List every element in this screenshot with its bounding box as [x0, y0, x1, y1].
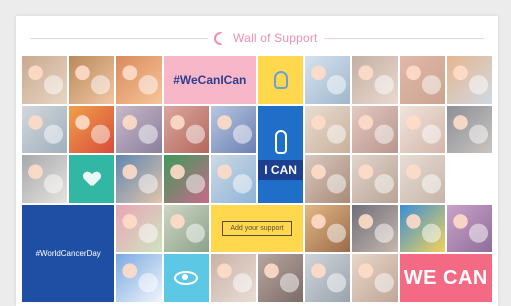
photo-tile[interactable] [69, 56, 115, 104]
photo-tile[interactable] [446, 56, 492, 104]
photo-tile[interactable] [399, 56, 445, 104]
lightbulb-icon [273, 70, 288, 89]
eye-icon [174, 271, 199, 286]
photo-tile[interactable] [352, 56, 398, 104]
page-title: Wall of Support [233, 31, 318, 45]
photo-tile[interactable] [446, 204, 492, 253]
photo-tile[interactable] [305, 254, 351, 302]
photo-tile[interactable] [210, 105, 256, 154]
photo-tile[interactable] [352, 155, 398, 203]
heart-tile [69, 155, 115, 203]
photo-tile[interactable] [116, 254, 162, 302]
hashtag-text: #WeCanICan [173, 72, 247, 87]
title-wrap: Wall of Support [214, 28, 318, 48]
raised-hand-icon [270, 128, 292, 156]
eye-tile [163, 254, 209, 302]
photo-tile[interactable] [116, 105, 162, 154]
world-cancer-day-hashtag: #WorldCancerDay [35, 248, 101, 258]
photo-tile[interactable] [352, 254, 398, 302]
photo-tile[interactable] [116, 155, 162, 203]
photo-tile[interactable] [305, 56, 351, 104]
world-cancer-day-tile: #WorldCancerDay [22, 204, 115, 302]
photo-tile[interactable] [163, 105, 209, 154]
photo-tile[interactable] [22, 105, 68, 154]
header-divider-right [324, 38, 484, 39]
photo-tile[interactable] [399, 204, 445, 253]
photo-tile[interactable] [305, 155, 351, 203]
wall-header: Wall of Support [16, 16, 498, 56]
header-divider-left [30, 38, 208, 39]
support-wall-grid: #WeCanICan I CAN #WorldCancerDay Add you… [22, 56, 492, 302]
photo-tile[interactable] [258, 254, 304, 302]
wall-card: Wall of Support #WeCanICan I CAN #WorldC… [16, 16, 498, 306]
photo-tile[interactable] [22, 56, 68, 104]
photo-tile[interactable] [305, 204, 351, 253]
lightbulb-tile [258, 56, 304, 104]
hashtag-tile: #WeCanICan [163, 56, 256, 104]
we-can-tile: WE CAN [399, 254, 492, 302]
photo-tile[interactable] [116, 204, 162, 253]
photo-tile[interactable] [305, 105, 351, 154]
photo-tile[interactable] [163, 155, 209, 203]
we-can-label: WE CAN [403, 266, 488, 289]
photo-tile[interactable] [69, 105, 115, 154]
photo-tile[interactable] [163, 204, 209, 253]
photo-tile[interactable] [210, 155, 256, 203]
photo-tile[interactable] [352, 105, 398, 154]
photo-tile[interactable] [399, 155, 445, 203]
i-can-label: I CAN [258, 160, 303, 181]
photo-tile[interactable] [210, 254, 256, 302]
crescent-icon [214, 31, 229, 45]
i-can-tile: I CAN [258, 105, 304, 203]
photo-tile[interactable] [116, 56, 162, 104]
photo-tile[interactable] [399, 105, 445, 154]
photo-tile[interactable] [22, 155, 68, 203]
heart-icon [84, 172, 100, 186]
add-support-tile: Add your support [210, 204, 304, 253]
photo-tile[interactable] [446, 105, 492, 154]
add-support-button[interactable]: Add your support [222, 221, 292, 237]
photo-tile[interactable] [352, 204, 398, 253]
